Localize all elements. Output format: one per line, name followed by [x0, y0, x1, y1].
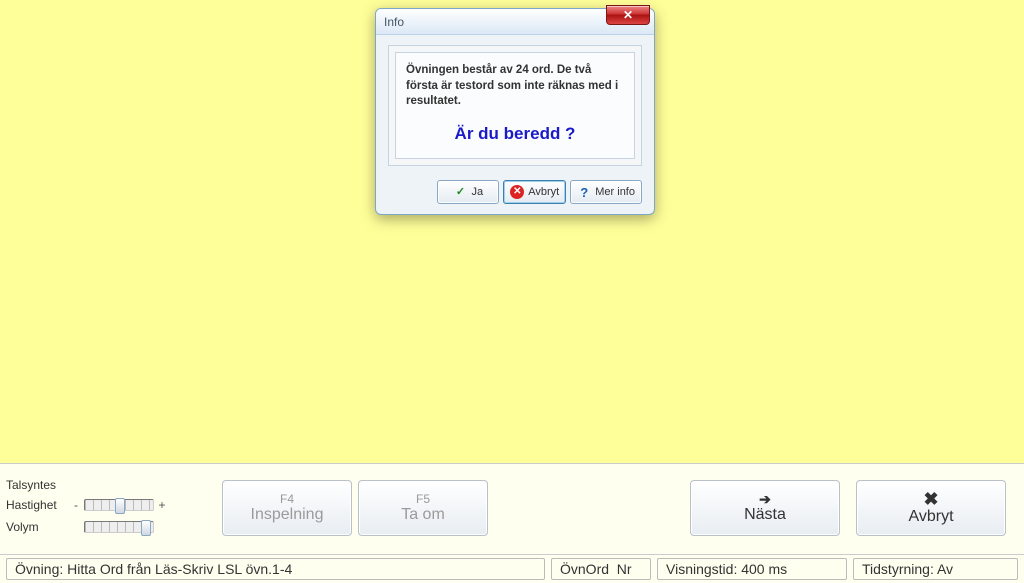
plus-icon: +: [158, 498, 166, 512]
inspelning-label: Inspelning: [251, 506, 324, 524]
info-dialog: Info ✕ Övningen består av 24 ord. De två…: [375, 8, 655, 215]
talsyntes-panel: Talsyntes Hastighet - + Volym: [6, 478, 166, 538]
cancel-icon: ✕: [510, 185, 524, 199]
bottom-control-bar: Talsyntes Hastighet - + Volym F4 Inspeln…: [0, 463, 1024, 555]
minus-icon: -: [72, 498, 80, 512]
f4-key-label: F4: [280, 492, 294, 506]
volume-slider[interactable]: [84, 521, 154, 533]
speed-slider[interactable]: [84, 499, 154, 511]
speed-label: Hastighet: [6, 498, 68, 512]
f5-key-label: F5: [416, 492, 430, 506]
dialog-panel-inner: Övningen består av 24 ord. De två första…: [395, 52, 635, 159]
help-icon: ?: [577, 185, 591, 199]
dialog-body: Övningen består av 24 ord. De två första…: [376, 35, 654, 214]
dialog-title: Info: [384, 15, 404, 29]
volume-slider-thumb[interactable]: [141, 520, 151, 536]
cancel-button[interactable]: ✕ Avbryt: [503, 180, 566, 204]
x-icon: ✖: [923, 490, 938, 508]
volume-slider-row: Volym: [6, 516, 166, 538]
status-tidstyrning: Tidstyrning: Av: [853, 558, 1018, 580]
ta-om-button[interactable]: F5 Ta om: [358, 480, 488, 536]
status-ovnord: ÖvnOrd Nr: [551, 558, 651, 580]
nr-label: Nr: [617, 561, 632, 577]
volume-label: Volym: [6, 520, 68, 534]
dialog-titlebar[interactable]: Info ✕: [376, 9, 654, 35]
close-icon: ✕: [623, 8, 633, 22]
dialog-button-row: ✓ Ja ✕ Avbryt ? Mer info: [388, 180, 642, 204]
avbryt-label: Avbryt: [908, 508, 953, 526]
ovnord-label: ÖvnOrd: [560, 561, 609, 577]
main-canvas: Info ✕ Övningen består av 24 ord. De två…: [0, 0, 1024, 463]
more-info-button[interactable]: ? Mer info: [570, 180, 642, 204]
yes-button[interactable]: ✓ Ja: [437, 180, 499, 204]
avbryt-button[interactable]: ✖ Avbryt: [856, 480, 1006, 536]
inspelning-button[interactable]: F4 Inspelning: [222, 480, 352, 536]
dialog-message: Övningen består av 24 ord. De två första…: [406, 63, 624, 110]
more-info-button-label: Mer info: [595, 186, 635, 198]
speed-slider-thumb[interactable]: [115, 498, 125, 514]
dialog-panel: Övningen består av 24 ord. De två första…: [388, 45, 642, 166]
talsyntes-title: Talsyntes: [6, 478, 166, 492]
dialog-prompt: Är du beredd ?: [406, 124, 624, 144]
dialog-close-button[interactable]: ✕: [606, 5, 650, 25]
cancel-button-label: Avbryt: [528, 186, 559, 198]
arrow-right-icon: ➔: [759, 492, 771, 506]
status-ovning: Övning: Hitta Ord från Läs-Skriv LSL övn…: [6, 558, 545, 580]
check-icon: ✓: [453, 185, 467, 199]
speed-slider-row: Hastighet - +: [6, 494, 166, 516]
ta-om-label: Ta om: [401, 506, 445, 524]
nasta-label: Nästa: [744, 506, 786, 524]
status-bar: Övning: Hitta Ord från Läs-Skriv LSL övn…: [0, 555, 1024, 583]
nasta-button[interactable]: ➔ Nästa: [690, 480, 840, 536]
yes-button-label: Ja: [471, 186, 483, 198]
status-visningstid: Visningstid: 400 ms: [657, 558, 847, 580]
